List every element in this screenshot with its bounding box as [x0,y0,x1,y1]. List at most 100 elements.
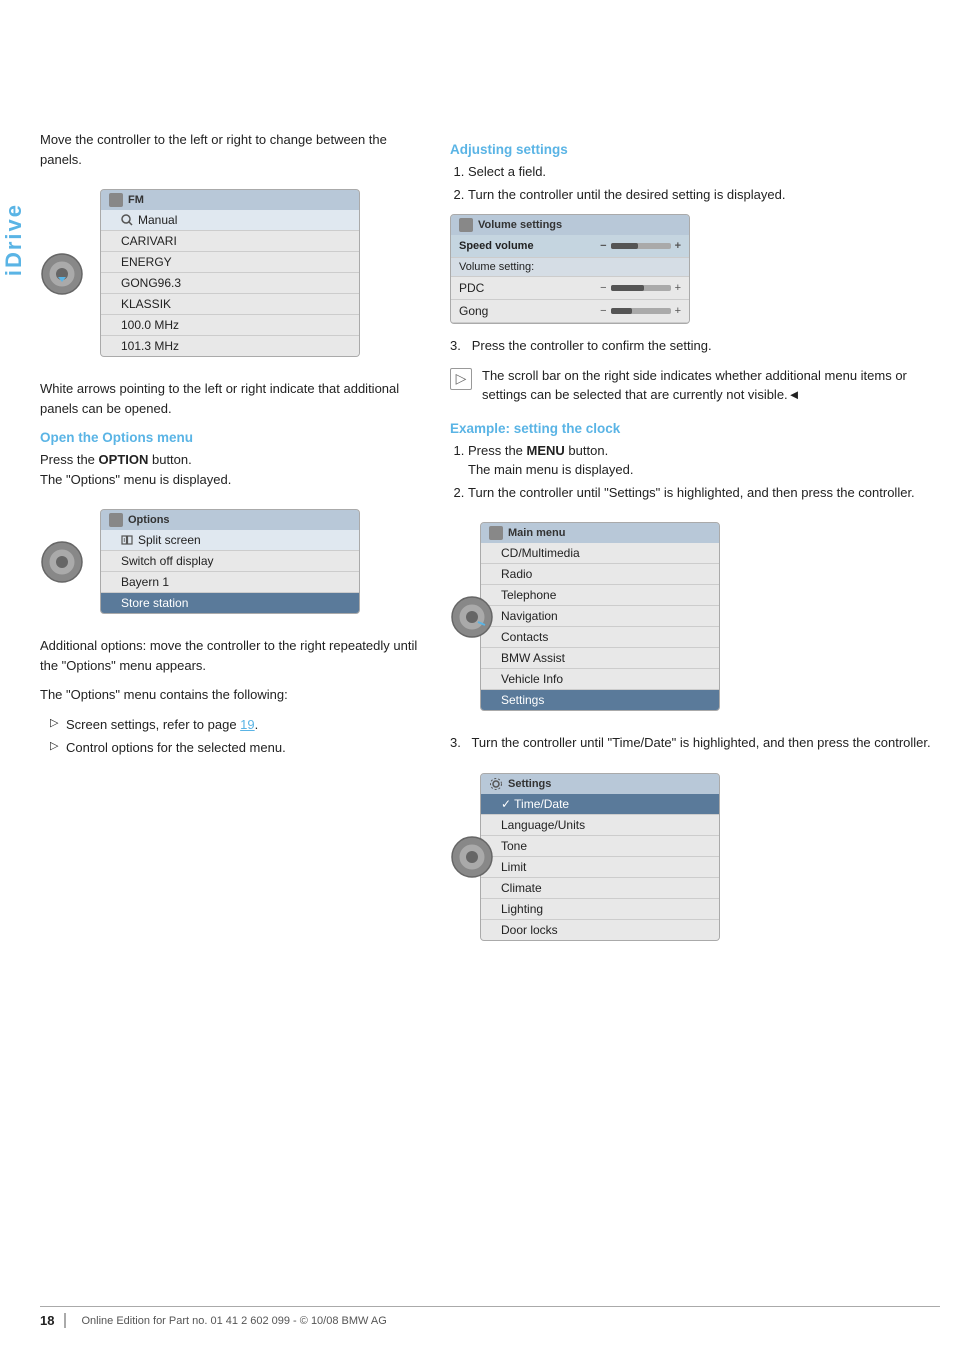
fm-row-gong: GONG96.3 [101,273,359,294]
settings-row-language: Language/Units [481,815,719,836]
fm-manual-label: Manual [138,213,177,227]
fm-mockup-wrapper: FM Manual CARIVARI ENERGY GONG96.3 KLASS… [40,179,420,369]
settings-row-limit: Limit [481,857,719,878]
gong-minus: − [600,305,606,317]
contains-text: The "Options" menu contains the followin… [40,685,420,705]
controller-icon [40,252,85,297]
gear-icon [489,777,503,791]
pdc-row: PDC − + [451,277,689,300]
options-row-split: Split screen [101,530,359,551]
volume-screen-body: Speed volume − + Volume setting: PDC [451,235,689,323]
bar-track-pdc [611,285,671,291]
footer-text: Online Edition for Part no. 01 41 2 602 … [81,1315,386,1327]
main-menu-screen-body: CD/Multimedia Radio Telephone Navigation… [481,543,719,710]
page-number: 18 [40,1313,66,1328]
settings-mockup-wrapper: Settings ✓ Time/Date Language/Units Tone… [450,763,940,953]
additional-text: Additional options: move the controller … [40,636,420,675]
options-title-text: Options [128,514,170,526]
scroll-indicator-icon: ▷ [450,368,472,390]
speed-volume-label: Speed volume [459,240,534,252]
settings-row-timedate: ✓ Time/Date [481,794,719,815]
fm-title-bar: FM [101,190,359,210]
menu-row-navigation: Navigation [481,606,719,627]
pdc-label: PDC [459,281,484,295]
settings-row-lighting: Lighting [481,899,719,920]
fm-row-101: 101.3 MHz [101,336,359,356]
fm-row-energy: ENERGY [101,252,359,273]
menu-row-vehicle: Vehicle Info [481,669,719,690]
options-title-bar: Options [101,510,359,530]
step3-timedate: 3. Turn the controller until "Time/Date"… [450,733,940,753]
scroll-note-text: The scroll bar on the right side indicat… [482,368,907,403]
example-step-1: Press the MENU button. The main menu is … [468,441,940,480]
settings-row-climate: Climate [481,878,719,899]
options-controller-icon [40,540,85,585]
plus-icon: + [675,240,681,252]
pdc-plus: + [675,282,681,294]
fm-screen: FM Manual CARIVARI ENERGY GONG96.3 KLASS… [100,189,360,357]
options-mockup-wrapper: Options Split screen Switch off display [40,499,420,626]
options-row-bayern: Bayern 1 [101,572,359,593]
left-column: Move the controller to the left or right… [40,130,420,963]
settings-controller-icon [450,835,495,880]
step3-confirm: 3. Press the controller to confirm the s… [450,336,940,356]
menu-row-telephone: Telephone [481,585,719,606]
page-19-link[interactable]: 19 [240,717,254,732]
adjusting-heading: Adjusting settings [450,142,940,157]
volume-icon [459,218,473,232]
minus-icon: − [600,240,606,252]
menu-row-radio: Radio [481,564,719,585]
settings-screen: Settings ✓ Time/Date Language/Units Tone… [480,773,720,941]
options-bullet-list: Screen settings, refer to page 19. Contr… [40,715,420,758]
menu-row-cd: CD/Multimedia [481,543,719,564]
intro-text: Move the controller to the left or right… [40,130,420,169]
bar-track-speed [611,243,671,249]
options-heading: Open the Options menu [40,430,420,445]
main-menu-mockup-wrapper: Main menu CD/Multimedia Radio Telephone … [450,512,940,723]
options-para1: Press the OPTION button. The "Options" m… [40,450,420,489]
pdc-bar: − + [600,282,681,294]
menu-row-contacts: Contacts [481,627,719,648]
fm-title-text: FM [128,194,144,206]
volume-setting-row: Volume setting: [451,258,689,277]
adjust-step-2: Turn the controller until the desired se… [468,185,940,205]
volume-screen: Volume settings Speed volume − + Volume … [450,214,690,324]
example-steps: Press the MENU button. The main menu is … [450,441,940,503]
gong-bar: − + [600,305,681,317]
options-para2: The "Options" menu is displayed. [40,472,231,487]
menu-row-settings: Settings [481,690,719,710]
main-menu-title-bar: Main menu [481,523,719,543]
pdc-minus: − [600,282,606,294]
fm-row-100: 100.0 MHz [101,315,359,336]
fm-row-carivari: CARIVARI [101,231,359,252]
arrows-text: White arrows pointing to the left or rig… [40,379,420,418]
settings-title-text: Settings [508,778,551,790]
options-icon [109,513,123,527]
gong-row: Gong − + [451,300,689,323]
search-icon [121,214,133,226]
settings-screen-body: ✓ Time/Date Language/Units Tone Limit Cl… [481,794,719,940]
bar-track-gong [611,308,671,314]
volume-title-text: Volume settings [478,219,562,231]
main-menu-title-text: Main menu [508,527,565,539]
page: iDrive Move the controller to the left o… [0,0,960,1358]
scroll-note: ▷ The scroll bar on the right side indic… [450,366,940,405]
idrive-sidebar-label: iDrive [0,140,28,340]
options-row-store: Store station [101,593,359,613]
main-menu-screen: Main menu CD/Multimedia Radio Telephone … [480,522,720,711]
example-heading: Example: setting the clock [450,421,940,436]
fm-row-klassik: KLASSIK [101,294,359,315]
gong-label: Gong [459,304,488,318]
settings-title-bar: Settings [481,774,719,794]
right-column: Adjusting settings Select a field. Turn … [450,130,940,963]
adjusting-steps: Select a field. Turn the controller unti… [450,162,940,204]
settings-row-tone: Tone [481,836,719,857]
gong-plus: + [675,305,681,317]
example-step-2: Turn the controller until "Settings" is … [468,483,940,503]
bullet-item-2: Control options for the selected menu. [50,738,420,758]
main-menu-icon [489,526,503,540]
footer: 18 Online Edition for Part no. 01 41 2 6… [40,1306,940,1328]
adjust-step-1: Select a field. [468,162,940,182]
settings-row-doorlocks: Door locks [481,920,719,940]
split-screen-icon [121,534,133,546]
